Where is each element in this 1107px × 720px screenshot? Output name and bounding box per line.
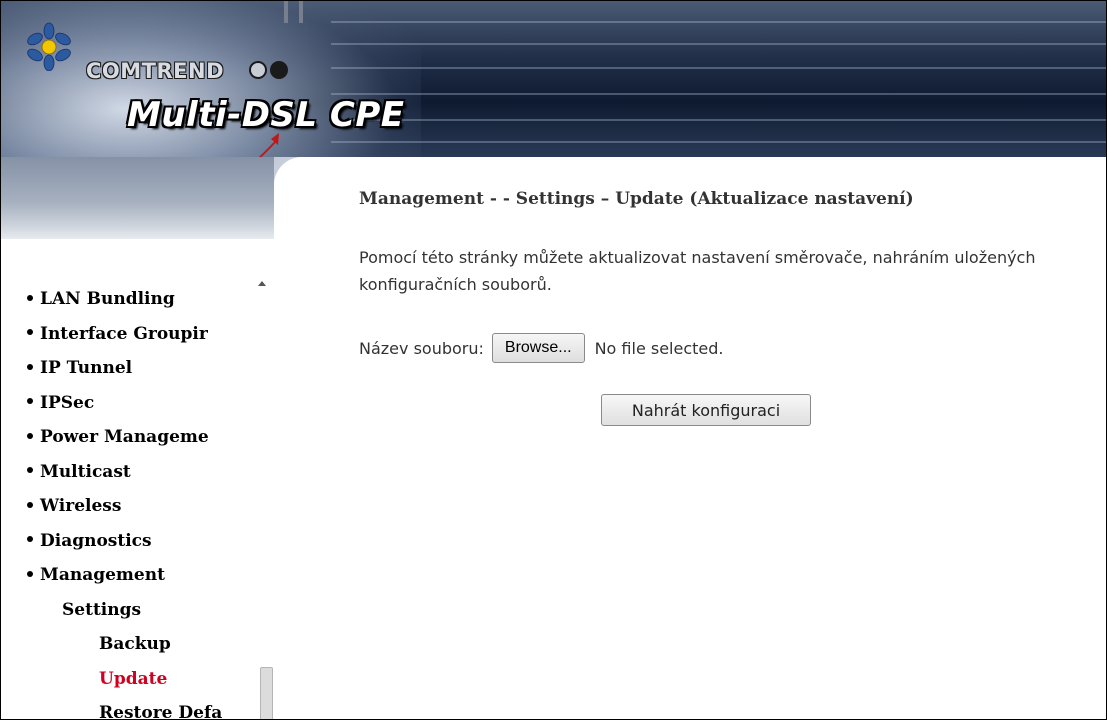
bullet-icon	[27, 536, 33, 542]
bullet-icon	[27, 467, 33, 473]
scroll-thumb[interactable]	[260, 667, 273, 719]
bullet-icon	[27, 363, 33, 370]
sidebar-item-ip-tunnel[interactable]: IP Tunnel	[27, 351, 259, 386]
brand-name: COMTREND	[86, 59, 225, 83]
sidebar-item-label: Backup	[99, 634, 171, 654]
file-status: No file selected.	[594, 338, 724, 358]
sidebar-item-update[interactable]: Update	[27, 662, 259, 697]
sidebar-item-power-manageme[interactable]: Power Manageme	[27, 420, 259, 455]
bullet-icon	[27, 570, 33, 577]
sidebar-item-label: LAN Bundling	[40, 289, 175, 309]
sidebar-item-ipsec[interactable]: IPSec	[27, 386, 259, 421]
sidebar-header-image	[1, 157, 274, 239]
page-description: Pomocí této stránky můžete aktualizovat …	[359, 248, 1036, 294]
brand-dots	[249, 61, 291, 83]
sidebar-scrollbar[interactable]	[251, 239, 273, 719]
upload-config-button[interactable]: Nahrát konfiguraci	[601, 394, 811, 426]
sidebar-item-management[interactable]: Management	[27, 558, 259, 593]
header-banner: COMTREND Multi-DSL CPE	[1, 1, 1106, 241]
sidebar-item-label: Diagnostics	[40, 530, 152, 551]
sidebar-item-label: Update	[99, 668, 168, 689]
page-title: Management - - Settings – Update (Aktual…	[359, 189, 914, 209]
sidebar-item-label: Restore Defa	[99, 703, 223, 719]
bullet-icon	[27, 501, 33, 508]
sidebar-item-wireless[interactable]: Wireless	[27, 489, 259, 524]
bullet-icon	[27, 329, 33, 335]
sidebar-item-lan-bundling[interactable]: LAN Bundling	[27, 282, 259, 317]
main-content	[274, 157, 1106, 719]
bullet-icon	[27, 398, 33, 404]
sidebar-item-label: Settings	[62, 599, 142, 620]
sidebar-item-interface-groupir[interactable]: Interface Groupir	[27, 317, 259, 352]
sidebar-item-label: Power Manageme	[40, 427, 209, 447]
comtrend-logo-icon	[27, 22, 71, 71]
sidebar-item-label: IPSec	[40, 392, 95, 413]
sidebar-item-backup[interactable]: Backup	[27, 627, 259, 662]
bullet-icon	[27, 432, 33, 439]
sidebar-nav: LAN Bundling Interface Groupir IP Tunnel IP…	[27, 282, 259, 719]
sidebar-item-label: Multicast	[40, 461, 131, 482]
file-label: Název souboru:	[359, 338, 484, 358]
sidebar-item-multicast[interactable]: Multicast	[27, 455, 259, 490]
file-input-row: Název souboru: Browse... No file selecte…	[359, 333, 724, 363]
scroll-up-arrow-icon[interactable]	[258, 281, 266, 286]
sidebar-item-label: IP Tunnel	[40, 358, 133, 378]
sidebar-item-label: Wireless	[40, 496, 122, 516]
sidebar-item-restore-defa[interactable]: Restore Defa	[27, 696, 259, 719]
sidebar-item-label: Interface Groupir	[40, 323, 208, 344]
sidebar-item-settings[interactable]: Settings	[27, 593, 259, 628]
sidebar-item-label: Management	[40, 565, 165, 585]
sidebar: LAN Bundling Interface Groupir IP Tunnel IP…	[1, 239, 274, 719]
browse-button[interactable]: Browse...	[491, 333, 585, 363]
browser-frame: COMTREND Multi-DSL CPE LAN Bundling Inter…	[0, 0, 1107, 720]
sidebar-item-diagnostics[interactable]: Diagnostics	[27, 524, 259, 559]
bullet-icon	[27, 294, 33, 301]
